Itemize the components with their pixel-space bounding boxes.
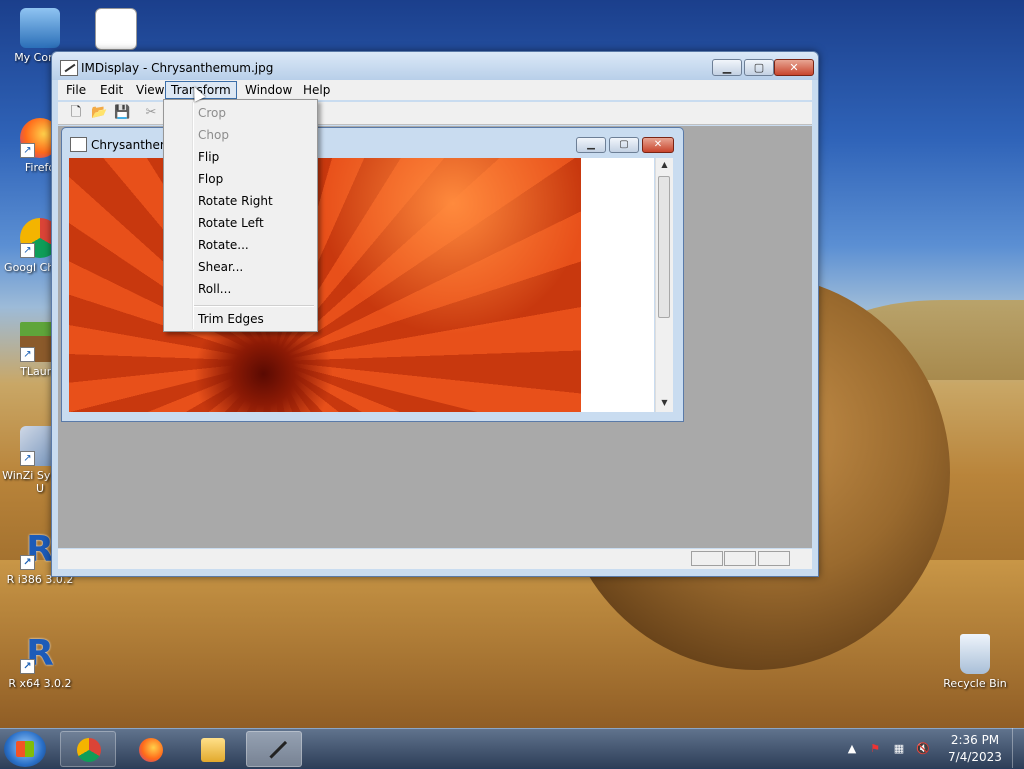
- save-icon[interactable]: 💾: [114, 105, 130, 121]
- file-explorer-icon: [201, 738, 225, 762]
- menu-item-trim-edges[interactable]: Trim Edges: [198, 309, 313, 329]
- cut-icon[interactable]: ✂: [143, 105, 159, 121]
- desktop-icon-label: R x64 3.0.2: [8, 677, 72, 690]
- scroll-down-arrow-icon[interactable]: ▼: [656, 396, 673, 410]
- transform-dropdown-menu: Crop Chop Flip Flop Rotate Right Rotate …: [163, 99, 318, 332]
- menu-edit[interactable]: Edit: [95, 82, 128, 98]
- menu-separator: [194, 305, 314, 307]
- status-bar: [58, 549, 812, 569]
- network-icon[interactable]: ▦: [892, 742, 906, 756]
- taskbar: ▲ ⚑ ▦ 🔇: [0, 728, 1024, 769]
- menu-item-rotate-left[interactable]: Rotate Left: [198, 213, 313, 233]
- child-minimize-button[interactable]: ▁: [576, 137, 606, 153]
- show-hidden-icons-arrow[interactable]: ▲: [845, 742, 859, 756]
- menu-help[interactable]: Help: [298, 82, 335, 98]
- desktop-icon-label: Recycle Bin: [943, 677, 1007, 690]
- taskbar-imdisplay[interactable]: [246, 731, 302, 767]
- maximize-button[interactable]: ▢: [744, 59, 774, 76]
- imdisplay-document-icon: [70, 137, 87, 152]
- clock-time[interactable]: 2:36 PM: [945, 733, 1005, 747]
- start-button[interactable]: [4, 731, 46, 767]
- child-maximize-button[interactable]: ▢: [609, 137, 639, 153]
- vertical-scrollbar[interactable]: ▲ ▼: [655, 158, 673, 412]
- recycle-bin-icon: [960, 634, 990, 674]
- minimize-button[interactable]: ▁: [712, 59, 742, 76]
- clock-date[interactable]: 7/4/2023: [945, 750, 1005, 764]
- menu-item-crop[interactable]: Crop: [198, 103, 313, 123]
- show-desktop-button[interactable]: [1012, 728, 1024, 768]
- imdisplay-app-icon: [60, 60, 78, 76]
- taskbar-file-explorer[interactable]: [184, 731, 240, 767]
- network-hub-icon: [95, 8, 137, 50]
- status-pane: [691, 551, 723, 566]
- scrollbar-thumb[interactable]: [658, 176, 670, 318]
- menu-item-roll[interactable]: Roll...: [198, 279, 313, 299]
- taskbar-firefox[interactable]: [122, 731, 178, 767]
- status-pane: [758, 551, 790, 566]
- menu-item-chop[interactable]: Chop: [198, 125, 313, 145]
- image-canvas-background: [581, 158, 654, 412]
- menu-bar: File Edit View Transform Window Help: [58, 80, 812, 100]
- menu-window[interactable]: Window: [240, 82, 297, 98]
- status-pane: [724, 551, 756, 566]
- menu-item-rotate-right[interactable]: Rotate Right: [198, 191, 313, 211]
- chrysanthemum-image[interactable]: [69, 158, 581, 412]
- windows-logo-icon: [16, 741, 34, 757]
- taskbar-chrome[interactable]: [60, 731, 116, 767]
- menu-item-shear[interactable]: Shear...: [198, 257, 313, 277]
- firefox-icon: [139, 738, 163, 762]
- desktop-icon-recycle-bin[interactable]: Recycle Bin: [935, 634, 1015, 690]
- chrome-icon: [77, 738, 101, 762]
- menu-item-rotate[interactable]: Rotate...: [198, 235, 313, 255]
- menu-file[interactable]: File: [61, 82, 91, 98]
- menu-item-flip[interactable]: Flip: [198, 147, 313, 167]
- menu-item-flop[interactable]: Flop: [198, 169, 313, 189]
- open-folder-icon[interactable]: 📂: [91, 105, 107, 121]
- volume-muted-icon[interactable]: 🔇: [916, 742, 930, 756]
- desktop-icon-r-x64[interactable]: R ↗ R x64 3.0.2: [0, 634, 80, 691]
- image-child-window: Chrysanthemu ▁ ▢ ✕ ▲ ▼: [61, 127, 684, 422]
- menu-view[interactable]: View: [131, 82, 169, 98]
- scroll-up-arrow-icon[interactable]: ▲: [656, 158, 673, 172]
- action-center-flag-icon[interactable]: ⚑: [868, 742, 882, 756]
- imdisplay-wand-icon: [260, 732, 288, 759]
- window-titlebar[interactable]: IMDisplay - Chrysanthemum.jpg ▁ ▢ ✕: [52, 52, 818, 80]
- computer-icon: [20, 8, 60, 48]
- new-file-icon[interactable]: 🗋: [68, 105, 84, 121]
- child-close-button[interactable]: ✕: [642, 137, 674, 153]
- close-button[interactable]: ✕: [774, 59, 814, 76]
- window-title: IMDisplay - Chrysanthemum.jpg: [81, 61, 274, 75]
- menu-icon-gutter: [192, 102, 194, 329]
- desktop-icon-network-hub[interactable]: [76, 8, 156, 53]
- r-logo-icon: R ↗: [20, 634, 60, 674]
